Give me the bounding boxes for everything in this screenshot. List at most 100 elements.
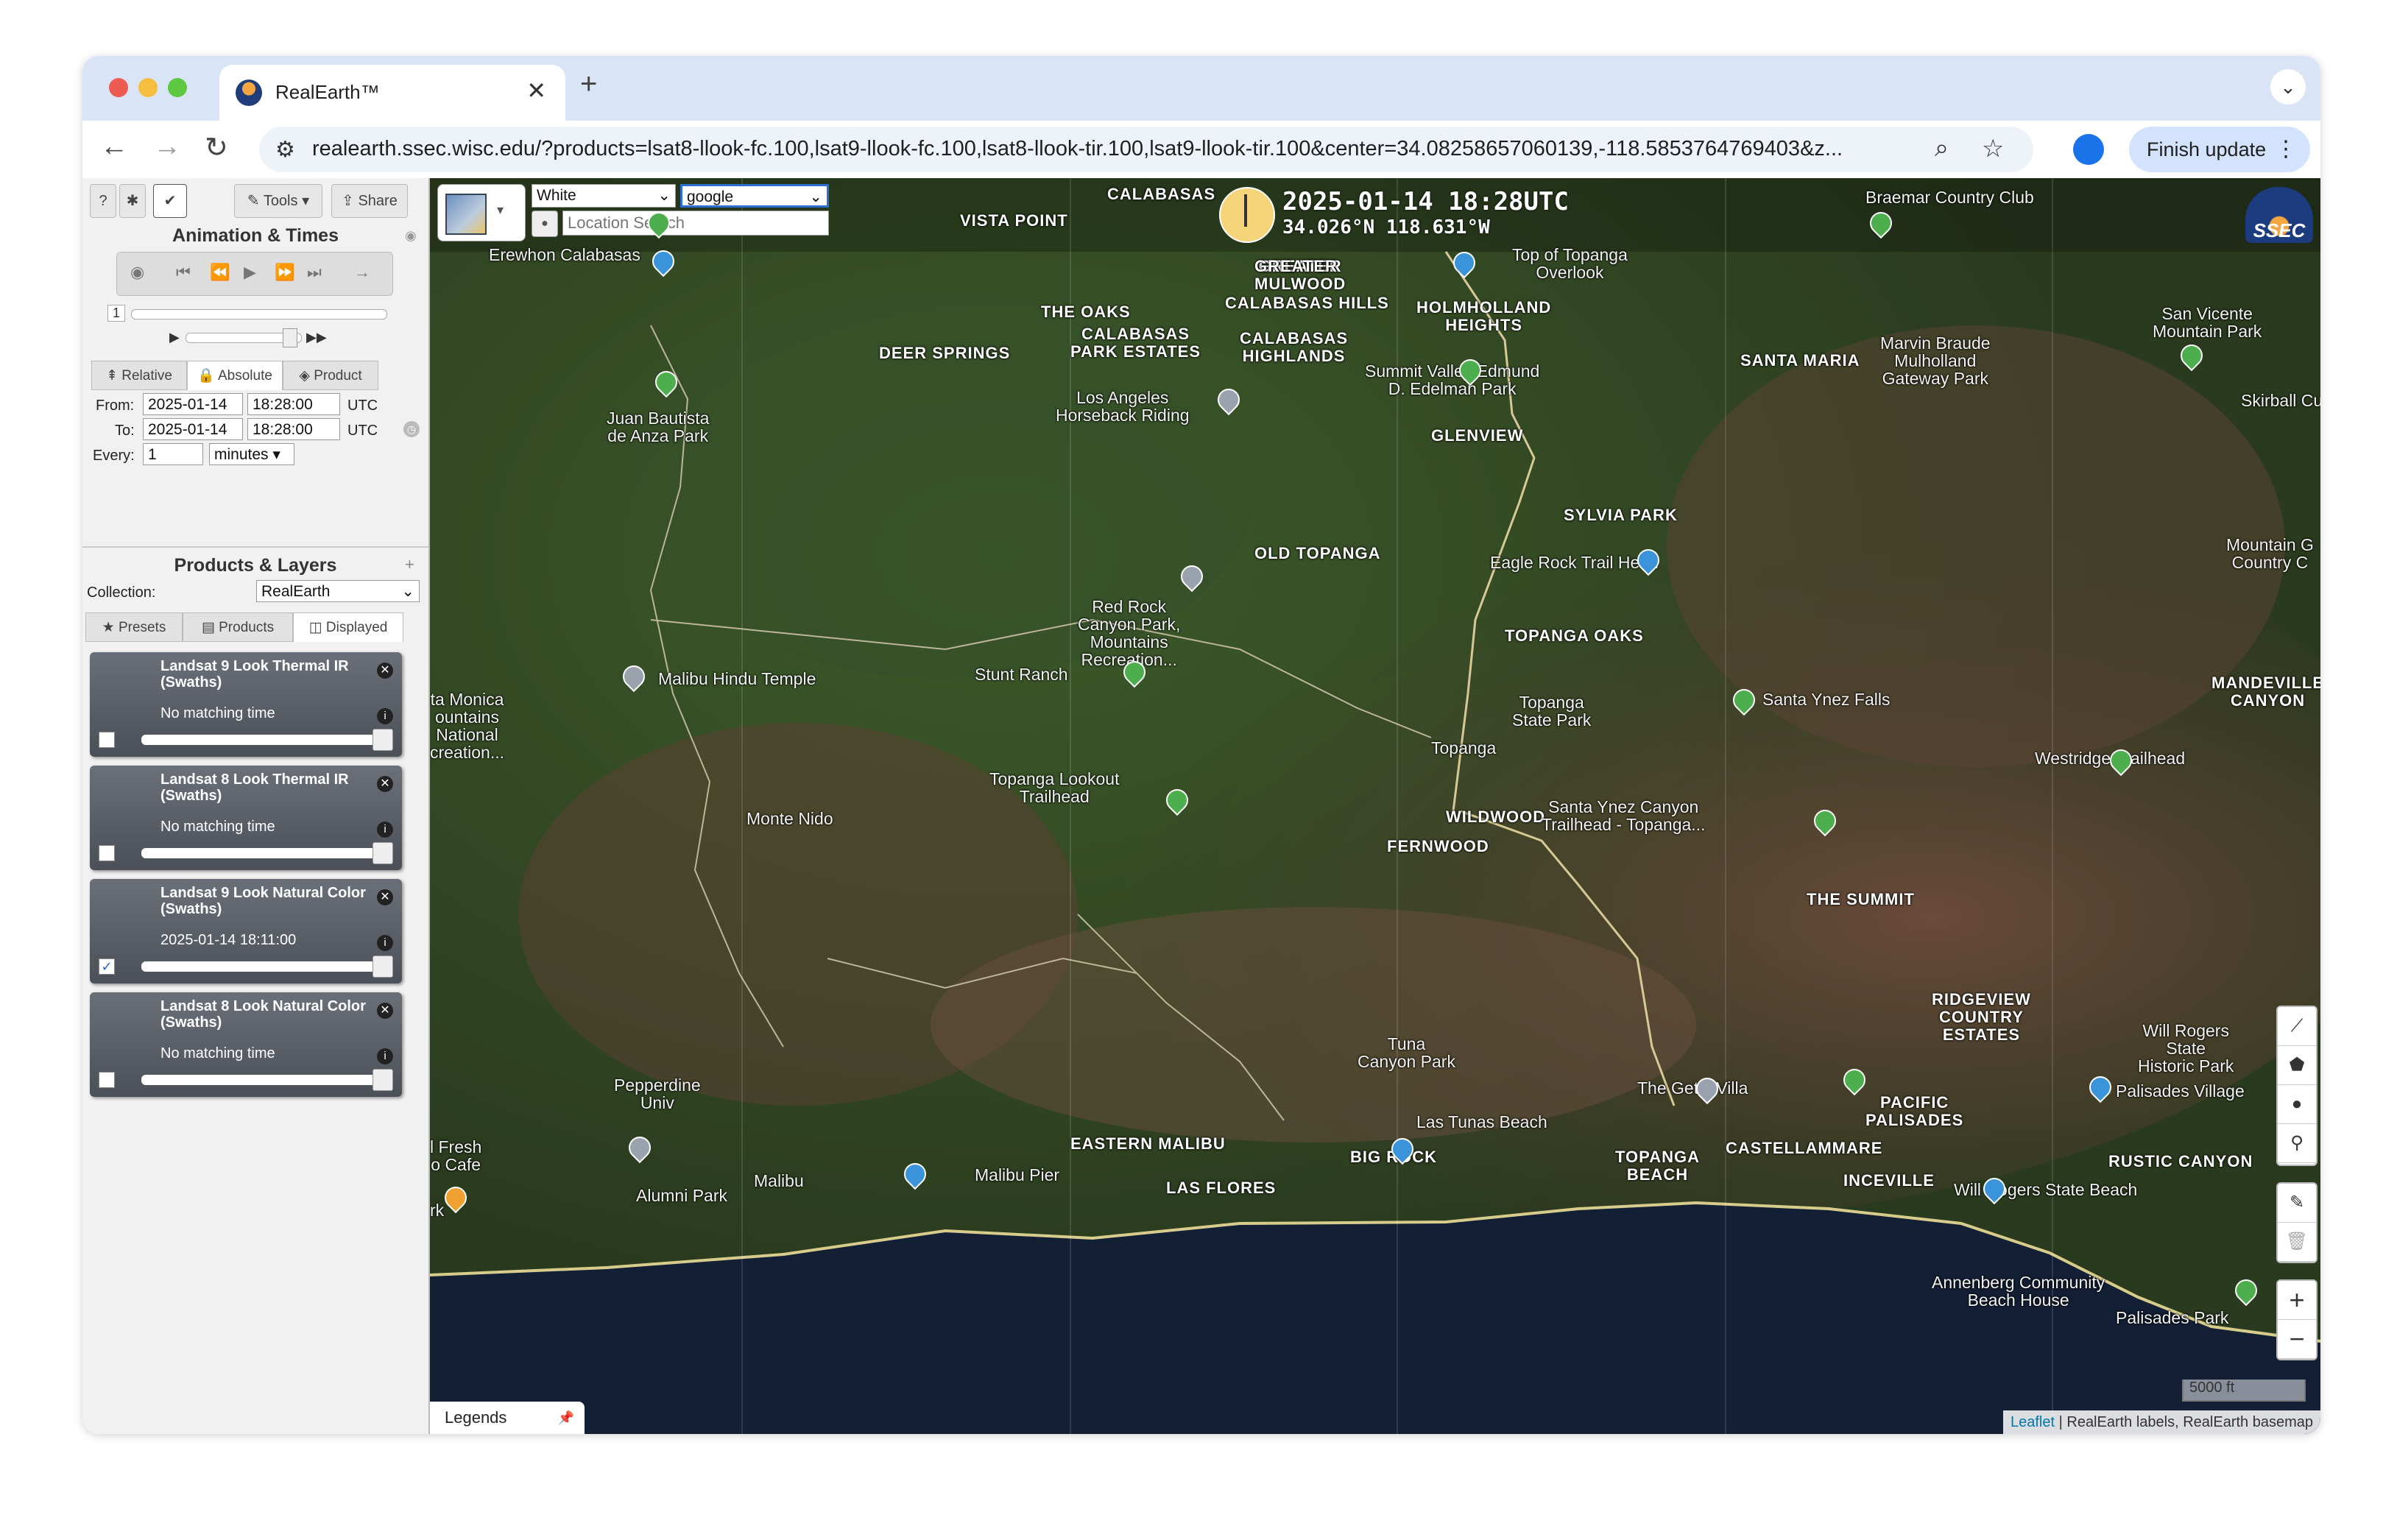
- address-bar[interactable]: ⚙ realearth.ssec.wisc.edu/?products=lsat…: [259, 127, 2033, 172]
- tab-presets[interactable]: ★ Presets: [85, 612, 183, 642]
- remove-layer-icon[interactable]: ✕: [377, 889, 393, 905]
- layer-item[interactable]: Landsat 8 Look Thermal IR (Swaths) ✕ No …: [90, 766, 402, 870]
- check-button[interactable]: ✔: [153, 184, 187, 218]
- help-button[interactable]: ?: [90, 184, 116, 218]
- loop-icon[interactable]: ◉: [130, 263, 144, 282]
- opacity-slider-thumb[interactable]: [373, 956, 393, 978]
- place-label: PACIFIC PALISADES: [1865, 1093, 1964, 1129]
- new-tab-icon[interactable]: +: [580, 68, 597, 101]
- layer-visibility-checkbox[interactable]: [99, 732, 115, 748]
- add-product-icon[interactable]: +: [405, 555, 414, 574]
- legends-button[interactable]: Legends 📌: [430, 1402, 585, 1434]
- finish-update-button[interactable]: Finish update ⋮: [2129, 127, 2310, 172]
- zoom-in-button[interactable]: +: [2278, 1281, 2316, 1320]
- tab-search-chevron-icon[interactable]: ⌄: [2270, 69, 2306, 105]
- layer-visibility-checkbox[interactable]: [99, 1072, 115, 1088]
- info-icon[interactable]: i: [377, 1048, 393, 1064]
- every-input[interactable]: 1: [143, 443, 203, 465]
- poi-label: Annenberg Community Beach House: [1932, 1273, 2105, 1310]
- layer-switcher-button[interactable]: ▾: [437, 184, 526, 241]
- close-window-icon[interactable]: [109, 78, 128, 97]
- step-back-icon[interactable]: ⏪: [210, 263, 230, 282]
- animation-controls: ◉ ⏮ ⏪ ▶ ⏩ ⏭ →: [116, 252, 393, 296]
- info-icon[interactable]: i: [377, 708, 393, 724]
- kebab-menu-icon[interactable]: ⋮: [2275, 127, 2297, 172]
- settings-gear-icon[interactable]: ✱: [119, 184, 146, 218]
- remove-layer-icon[interactable]: ✕: [377, 1003, 393, 1019]
- minimize-window-icon[interactable]: [138, 78, 158, 97]
- zoom-magnifier-icon[interactable]: ⌕: [1935, 134, 1949, 163]
- last-frame-icon[interactable]: ⏭: [307, 263, 322, 282]
- maximize-window-icon[interactable]: [168, 78, 187, 97]
- place-label: INCEVILLE: [1843, 1171, 1935, 1190]
- poi-label: Alumni Park: [636, 1186, 727, 1205]
- speed-slider-thumb[interactable]: [283, 328, 297, 347]
- layer-visibility-checkbox[interactable]: [99, 845, 115, 861]
- tab-products[interactable]: ▤ Products: [183, 612, 293, 642]
- refresh-arrow-icon[interactable]: →: [354, 263, 370, 282]
- info-icon[interactable]: i: [377, 935, 393, 951]
- edit-icon[interactable]: ✎: [2278, 1184, 2316, 1223]
- opacity-slider[interactable]: [141, 735, 384, 745]
- draw-marker-icon[interactable]: ⚲: [2278, 1124, 2316, 1163]
- to-tz: UTC: [347, 423, 378, 439]
- remove-layer-icon[interactable]: ✕: [377, 663, 393, 679]
- tools-button[interactable]: ✎ Tools ▾: [234, 184, 322, 218]
- layer-visibility-checkbox[interactable]: ✓: [99, 958, 115, 975]
- first-frame-icon[interactable]: ⏮: [176, 263, 191, 282]
- layer-name: Landsat 9 Look Thermal IR (Swaths): [160, 658, 349, 690]
- locate-icon[interactable]: ●: [532, 211, 558, 237]
- layer-time: 2025-01-14 18:11:00: [160, 932, 297, 948]
- layer-item[interactable]: Landsat 9 Look Natural Color (Swaths) ✕ …: [90, 879, 402, 983]
- opacity-slider[interactable]: [141, 961, 384, 972]
- trash-icon[interactable]: 🗑: [2278, 1223, 2316, 1262]
- tab-displayed[interactable]: ◫ Displayed: [293, 612, 403, 642]
- frame-slider[interactable]: [131, 309, 387, 319]
- layer-item[interactable]: Landsat 8 Look Natural Color (Swaths) ✕ …: [90, 992, 402, 1097]
- draw-line-icon[interactable]: ⟋: [2278, 1007, 2316, 1046]
- info-icon[interactable]: i: [377, 822, 393, 838]
- leaflet-link[interactable]: Leaflet: [2011, 1414, 2055, 1430]
- collapse-icon[interactable]: ◉: [405, 228, 417, 244]
- to-label: To:: [115, 423, 135, 439]
- opacity-slider-thumb[interactable]: [373, 729, 393, 751]
- opacity-slider[interactable]: [141, 848, 384, 858]
- to-time-input[interactable]: 18:28:00: [247, 418, 340, 440]
- site-settings-icon[interactable]: ⚙: [275, 137, 295, 163]
- tab-absolute[interactable]: 🔒 Absolute: [187, 361, 283, 390]
- profile-avatar[interactable]: [2073, 134, 2104, 165]
- clock-icon[interactable]: ◷: [403, 421, 420, 437]
- play-icon[interactable]: ▶: [244, 263, 256, 282]
- close-tab-icon[interactable]: ✕: [526, 77, 546, 105]
- share-button[interactable]: ⇪ Share: [331, 184, 408, 218]
- poi-label: Skirball Cu: [2241, 391, 2320, 410]
- layer-item[interactable]: Landsat 9 Look Thermal IR (Swaths) ✕ No …: [90, 652, 402, 757]
- draw-circle-icon[interactable]: ●: [2278, 1085, 2316, 1124]
- map-view[interactable]: ▾ White ⌄ google ⌄ ● 2025-01-14 18:28UTC 3…: [430, 178, 2320, 1434]
- basemap-select[interactable]: google ⌄: [680, 184, 829, 208]
- forward-icon[interactable]: →: [153, 131, 181, 163]
- back-icon[interactable]: ←: [100, 131, 128, 163]
- opacity-slider[interactable]: [141, 1075, 384, 1085]
- draw-polygon-icon[interactable]: ⬟: [2278, 1046, 2316, 1085]
- opacity-slider-thumb[interactable]: [373, 1069, 393, 1091]
- label-color-select[interactable]: White ⌄: [532, 184, 676, 208]
- opacity-slider-thumb[interactable]: [373, 842, 393, 864]
- location-search-input[interactable]: [562, 211, 829, 236]
- browser-tab[interactable]: RealEarth™ ✕: [219, 65, 565, 121]
- place-label: DEER SPRINGS: [879, 344, 1011, 362]
- reload-icon[interactable]: ↻: [205, 131, 228, 164]
- pin-icon[interactable]: 📌: [558, 1402, 574, 1434]
- from-time-input[interactable]: 18:28:00: [247, 393, 340, 415]
- tab-product[interactable]: ◈ Product: [283, 361, 378, 390]
- url-text[interactable]: realearth.ssec.wisc.edu/?products=lsat8-…: [312, 137, 1910, 161]
- step-forward-icon[interactable]: ⏩: [275, 263, 294, 282]
- bookmark-star-icon[interactable]: ☆: [1982, 134, 2004, 163]
- zoom-out-button[interactable]: −: [2278, 1320, 2316, 1359]
- every-unit-select[interactable]: minutes ▾: [209, 443, 294, 465]
- to-date-input[interactable]: 2025-01-14: [143, 418, 243, 440]
- from-date-input[interactable]: 2025-01-14: [143, 393, 243, 415]
- remove-layer-icon[interactable]: ✕: [377, 776, 393, 792]
- tab-relative[interactable]: ⇞ Relative: [91, 361, 187, 390]
- collection-select[interactable]: RealEarth ⌄: [256, 580, 420, 602]
